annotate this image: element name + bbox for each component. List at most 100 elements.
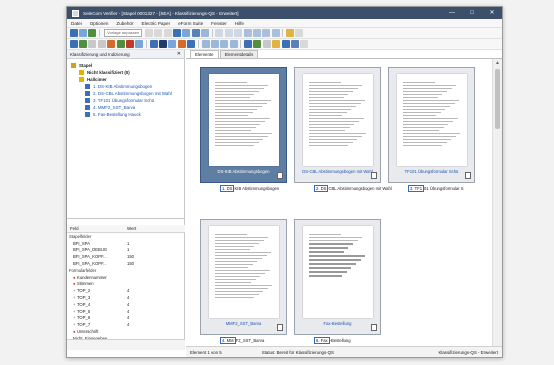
expand-icon[interactable]: + <box>73 309 75 314</box>
tree-item[interactable]: Nicht klassifiziert (0) <box>71 69 184 76</box>
property-value[interactable]: 4 <box>127 315 185 320</box>
template-field[interactable]: Vorlage anpassen <box>104 29 143 37</box>
next-page-icon[interactable] <box>163 29 172 37</box>
property-row[interactable]: + TOP_7 4 <box>67 321 185 328</box>
property-value[interactable]: 4 <box>127 295 185 300</box>
document-thumbnail[interactable]: DS-KIB Abstimmungsbogen <box>200 67 287 183</box>
viewer-scrollbar[interactable]: ▲ <box>492 59 502 347</box>
property-value[interactable]: 4 <box>127 322 185 327</box>
expand-icon[interactable]: + <box>73 295 75 300</box>
open-icon[interactable] <box>79 29 88 37</box>
tree-item[interactable]: 4. MMF2_SST_Barva <box>71 104 184 111</box>
expand-icon[interactable]: + <box>73 288 75 293</box>
document-thumbnail[interactable]: TF101 Übungsformular Schü <box>388 67 475 183</box>
property-row[interactable]: + TOP_6 4 <box>67 315 185 322</box>
property-row[interactable]: ● Stimmen <box>67 281 185 288</box>
export-icon[interactable] <box>168 40 177 48</box>
menu-zubehoer[interactable]: Zubehör <box>112 21 137 26</box>
document-label[interactable]: 2. DS CBL Abstimmungsbogen mit Wahl <box>314 185 392 192</box>
tab-elementdetails[interactable]: Elementdetails <box>219 50 259 58</box>
zoom-out-icon[interactable] <box>234 29 243 37</box>
split-top-icon[interactable] <box>220 40 229 48</box>
split-right-icon[interactable] <box>210 40 219 48</box>
close-button[interactable]: ✕ <box>482 7 502 19</box>
property-row[interactable]: + TOP_3 4 <box>67 294 185 301</box>
document-label[interactable]: 5. Fax -Bestellung <box>314 337 351 344</box>
accept-icon[interactable] <box>79 40 88 48</box>
remove-icon[interactable] <box>125 40 134 48</box>
menu-electric-paper[interactable]: Electric Paper <box>138 21 175 26</box>
highlight-icon[interactable] <box>272 40 281 48</box>
tree-item[interactable]: Hallcimer <box>71 76 184 83</box>
property-value[interactable]: 1 <box>127 247 185 252</box>
property-row[interactable]: Stapelfelder <box>67 233 185 240</box>
expand-icon[interactable]: + <box>73 322 75 327</box>
rotate-icon[interactable] <box>243 29 252 37</box>
filter-icon[interactable] <box>290 40 299 48</box>
document-label[interactable]: 1. DS KIB Abstimmungsbogen <box>220 185 279 192</box>
property-row[interactable]: BFI_SPA_DEBUG 1 <box>67 247 185 254</box>
property-value[interactable]: 150 <box>127 261 185 266</box>
dropdown-icon[interactable] <box>295 29 304 37</box>
scroll-up-icon[interactable]: ▲ <box>493 59 502 67</box>
property-row[interactable]: + TOP_5 4 <box>67 308 185 315</box>
more-icon[interactable] <box>300 40 309 48</box>
menu-fenster[interactable]: Fenster <box>207 21 231 26</box>
document-label[interactable]: 3. TF1 01 Übungsformular S <box>408 185 464 192</box>
split-bottom-icon[interactable] <box>229 40 238 48</box>
property-value[interactable]: 4 <box>127 309 185 314</box>
document-icon[interactable] <box>88 40 97 48</box>
tree-item[interactable]: 5. Fax-Bestellung Hauck <box>71 111 184 118</box>
fit-icon[interactable] <box>201 29 210 37</box>
flag-icon[interactable] <box>177 40 186 48</box>
minimize-button[interactable]: — <box>442 7 462 19</box>
expand-icon[interactable]: + <box>73 315 75 320</box>
menu-optionen[interactable]: Optionen <box>86 21 113 26</box>
add-icon[interactable] <box>116 40 125 48</box>
document-label[interactable]: 4. MM F2_SST_Barva <box>220 337 264 344</box>
classify-icon[interactable] <box>69 40 78 48</box>
copy-icon[interactable] <box>97 40 106 48</box>
check-icon[interactable] <box>253 40 262 48</box>
tab-elemente[interactable]: Elemente <box>190 50 219 58</box>
scan-icon[interactable] <box>69 29 78 37</box>
maximize-button[interactable]: □ <box>462 7 482 19</box>
tree-item[interactable]: Stapel <box>71 62 184 69</box>
image-icon[interactable] <box>187 40 196 48</box>
menu-eform-suite[interactable]: eForm Suite <box>174 21 207 26</box>
grid-icon[interactable] <box>244 40 253 48</box>
merge-icon[interactable] <box>135 40 144 48</box>
lock-icon[interactable] <box>159 40 168 48</box>
menu-hilfe[interactable]: Hilfe <box>231 21 248 26</box>
zoom-icon[interactable] <box>191 29 200 37</box>
search-icon[interactable] <box>215 29 224 37</box>
thumbnail-icon[interactable] <box>182 29 191 37</box>
view-icon[interactable] <box>172 29 181 37</box>
zoom-in-icon[interactable] <box>224 29 233 37</box>
first-page-icon[interactable] <box>144 29 153 37</box>
property-value[interactable]: 1 <box>127 241 185 246</box>
delete-icon[interactable] <box>107 40 116 48</box>
panel-close-icon[interactable]: ✕ <box>177 51 181 57</box>
scan-page-icon[interactable] <box>149 40 158 48</box>
property-row[interactable]: ● Kundennummer <box>67 274 185 281</box>
property-row[interactable]: Formularfelder <box>67 267 185 274</box>
menu-datei[interactable]: Datei <box>67 21 86 26</box>
property-row[interactable]: BFI_SPA_KOPF... 150 <box>67 253 185 260</box>
split-left-icon[interactable] <box>201 40 210 48</box>
property-value[interactable]: 150 <box>127 254 185 259</box>
split-icon[interactable] <box>271 29 280 37</box>
property-value[interactable]: 4 <box>127 302 185 307</box>
tree-item[interactable]: 2. DS-CBL Abstimmungsbogen mit Wahl <box>71 90 184 97</box>
flip-icon[interactable] <box>252 29 261 37</box>
chart-icon[interactable] <box>281 40 290 48</box>
property-value[interactable]: 4 <box>127 288 185 293</box>
property-row[interactable]: ● Unterschrift <box>67 328 185 335</box>
document-thumbnail[interactable]: DS-CBL Abstimmungsbogen mit Wahl <box>294 67 381 183</box>
document-thumbnail[interactable]: MMF2_SST_Barva <box>200 219 287 335</box>
tree-item[interactable]: 3. TF101 Übungsformular Schü <box>71 97 184 104</box>
property-row[interactable]: + TOP_2 4 <box>67 287 185 294</box>
scroll-thumb[interactable] <box>495 69 500 129</box>
property-row[interactable]: BFI_SPA_KOPF... 150 <box>67 260 185 267</box>
tree-item[interactable]: 1. DS-KIB Abstimmungsbogen <box>71 83 184 90</box>
